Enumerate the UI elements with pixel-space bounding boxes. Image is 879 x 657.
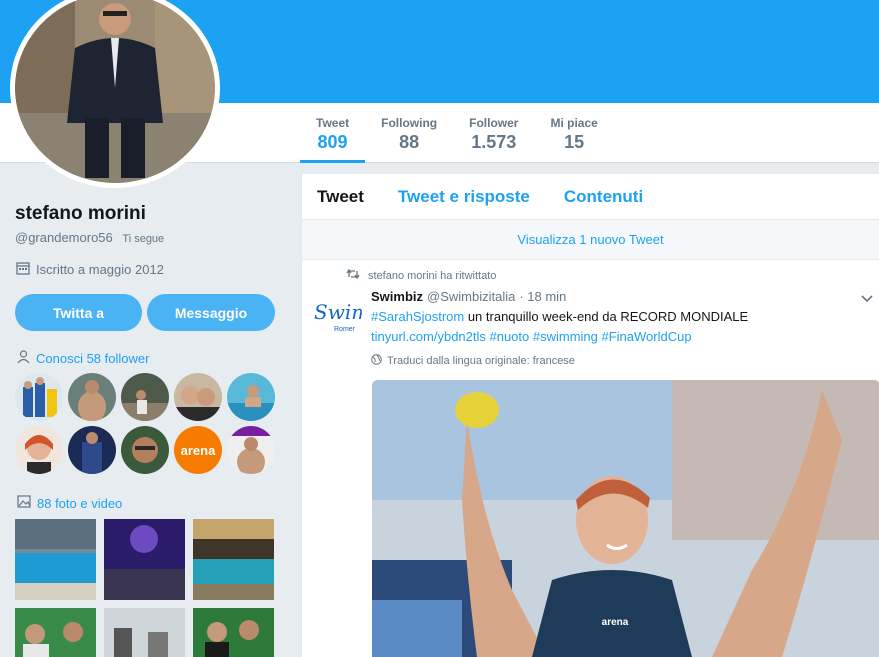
- follower-avatar[interactable]: [227, 373, 275, 421]
- photos-videos-link[interactable]: 88 foto e video: [17, 495, 122, 511]
- follower-avatar[interactable]: [68, 373, 116, 421]
- calendar-icon: [16, 261, 30, 278]
- timeline: Tweet Tweet e risposte Contenuti Visuali…: [301, 174, 879, 657]
- avatar: [15, 0, 215, 183]
- stat-value: 1.573: [471, 132, 517, 152]
- image-icon: [17, 495, 31, 511]
- handle-text[interactable]: @grandemoro56: [15, 230, 113, 245]
- tweet-text: #SarahSjostrom un tranquillo week-end da…: [371, 307, 791, 347]
- stat-followers[interactable]: Follower 1.573: [453, 103, 534, 163]
- avatar-logo-subtext: Romer: [334, 326, 356, 333]
- globe-icon: [371, 354, 382, 368]
- hashtag-link[interactable]: #SarahSjostrom: [371, 309, 464, 324]
- follower-avatar[interactable]: [15, 373, 63, 421]
- join-date: Iscritto a maggio 2012: [16, 261, 164, 278]
- followers-you-know-text: Conosci 58 follower: [36, 351, 150, 366]
- chevron-down-icon[interactable]: [861, 290, 873, 308]
- follower-avatar[interactable]: [227, 426, 275, 474]
- person-icon: [17, 350, 30, 367]
- profile-handle: @grandemoro56 Ti segue: [15, 230, 164, 245]
- stat-label: Follower: [469, 116, 519, 130]
- follower-avatar[interactable]: [121, 373, 169, 421]
- message-button[interactable]: Messaggio: [147, 294, 275, 331]
- new-tweets-bar[interactable]: Visualizza 1 nuovo Tweet: [302, 220, 879, 260]
- svg-text:arena: arena: [602, 617, 629, 628]
- tweet-header: Swimbiz @Swimbizitalia · 18 min: [371, 289, 566, 304]
- stat-label: Following: [381, 116, 438, 130]
- media-thumbnail[interactable]: [15, 519, 96, 600]
- media-thumbnail[interactable]: [104, 519, 185, 600]
- follower-avatar[interactable]: arena: [174, 426, 222, 474]
- stat-following[interactable]: Following 88: [365, 103, 453, 163]
- retweet-context-text[interactable]: stefano morini ha ritwittato: [368, 270, 496, 282]
- tab-tweets-replies[interactable]: Tweet e risposte: [398, 187, 530, 207]
- avatar-logo-text: Swim: [314, 300, 362, 324]
- follower-avatar[interactable]: [174, 373, 222, 421]
- profile-sidebar: stefano morini @grandemoro56 Ti segue Is…: [0, 163, 290, 657]
- tweet-author-handle[interactable]: @Swimbizitalia: [427, 289, 515, 304]
- tweet-to-button[interactable]: Twitta a: [15, 294, 142, 331]
- timeline-tabs: Tweet Tweet e risposte Contenuti: [302, 174, 879, 220]
- follower-avatar-grid: arena: [15, 373, 275, 474]
- tweet-author-avatar[interactable]: Swim Romer: [312, 289, 362, 339]
- tweet[interactable]: stefano morini ha ritwittato Swim Romer …: [302, 260, 879, 657]
- profile-name[interactable]: stefano morini: [15, 203, 146, 225]
- tweet-body-text: un tranquillo week-end da RECORD MONDIAL…: [464, 309, 749, 324]
- follower-avatar[interactable]: [68, 426, 116, 474]
- tweet-links[interactable]: tinyurl.com/ybdn2tls #nuoto #swimming #F…: [371, 329, 692, 344]
- tab-media[interactable]: Contenuti: [564, 187, 643, 207]
- stat-label: Tweet: [316, 116, 350, 130]
- followers-you-know-link[interactable]: Conosci 58 follower: [17, 350, 149, 367]
- stat-value: 809: [317, 132, 348, 152]
- join-date-text: Iscritto a maggio 2012: [36, 262, 164, 277]
- photos-videos-text: 88 foto e video: [37, 495, 123, 511]
- follower-avatar[interactable]: [15, 426, 63, 474]
- stat-tweets[interactable]: Tweet 809: [300, 103, 366, 163]
- retweet-icon: [346, 268, 360, 282]
- tweet-photo[interactable]: arena: [372, 380, 879, 657]
- media-grid: [15, 519, 274, 657]
- stat-value: 88: [399, 132, 420, 152]
- tweet-author-name[interactable]: Swimbiz: [371, 289, 423, 304]
- media-thumbnail[interactable]: [193, 608, 274, 657]
- retweet-context: stefano morini ha ritwittato: [346, 268, 496, 282]
- profile-stats: Tweet 809 Following 88 Follower 1.573 Mi…: [300, 103, 614, 163]
- media-thumbnail[interactable]: [104, 608, 185, 657]
- tweet-timestamp[interactable]: · 18 min: [519, 289, 566, 304]
- tab-tweets[interactable]: Tweet: [317, 187, 364, 207]
- media-thumbnail[interactable]: [193, 519, 274, 600]
- media-thumbnail[interactable]: [15, 608, 96, 657]
- follower-avatar[interactable]: [121, 426, 169, 474]
- stat-label: Mi piace: [550, 116, 598, 130]
- translate-link[interactable]: Traduci dalla lingua originale: francese: [371, 354, 575, 368]
- stat-value: 15: [564, 132, 585, 152]
- follows-you-badge: Ti segue: [122, 233, 165, 245]
- stat-likes[interactable]: Mi piace 15: [534, 103, 613, 163]
- translate-text: Traduci dalla lingua originale: francese: [387, 355, 575, 367]
- svg-text:arena: arena: [181, 443, 216, 458]
